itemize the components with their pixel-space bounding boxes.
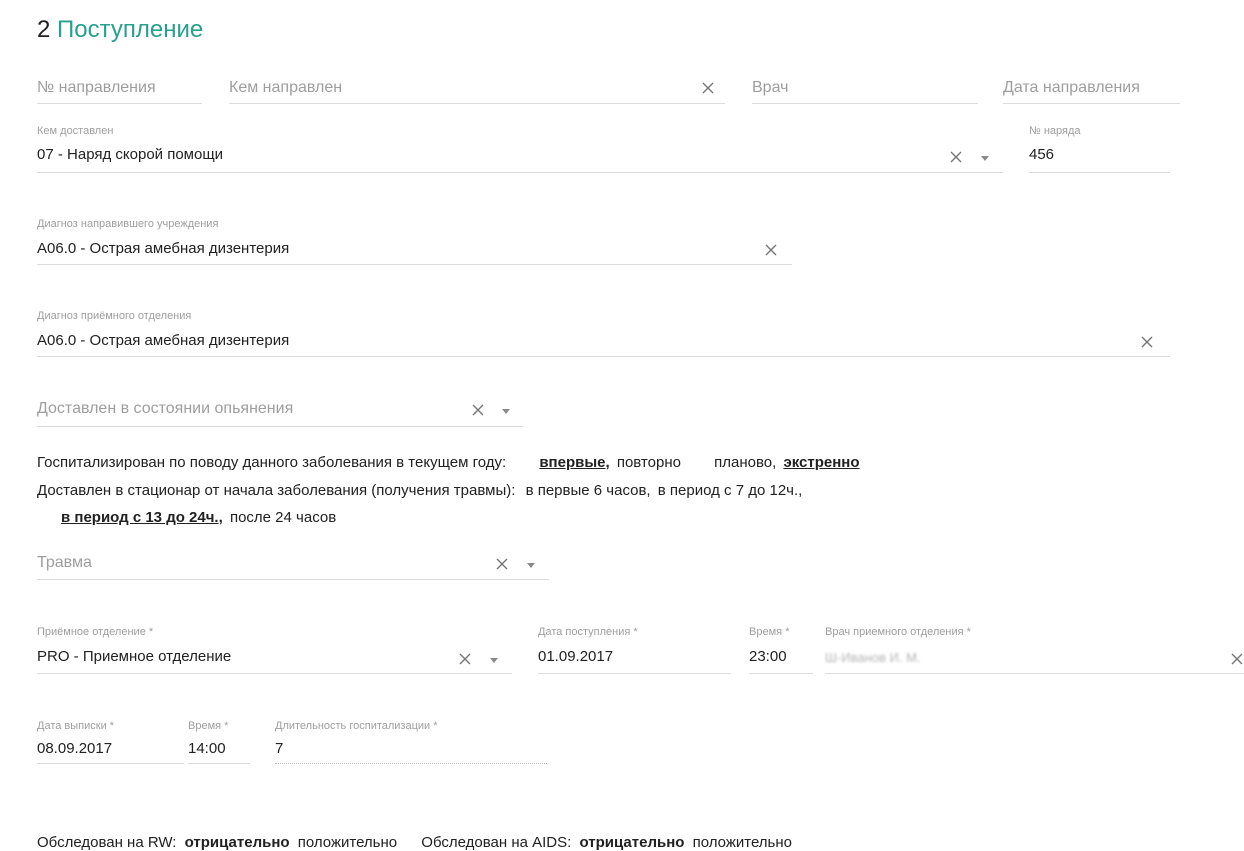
hospitalized-line: Госпитализирован по поводу данного забол… [37,454,860,471]
option-first-6-hours[interactable]: в первые 6 часов, [526,482,651,499]
admission-time-label: Время * [749,626,790,638]
field-underline [825,673,1244,674]
delivered-by-value: 07 - Наряд скорой помощи [37,146,224,163]
clear-icon[interactable] [458,652,472,666]
delivered-time-label: Доставлен в стационар от начала заболева… [37,482,516,499]
option-first-time[interactable]: впервые, [539,454,609,471]
admission-diagnosis-label: Диагноз приёмного отделения [37,310,192,322]
field-underline [749,673,813,674]
section-title: 2 Поступление [37,16,203,44]
admission-department-value: PRO - Приемное отделение [37,648,232,665]
section-title-text: Поступление [57,16,204,43]
admission-doctor-value: Ш-Иванов И. М. [825,650,921,665]
discharge-time-label: Время * [188,720,229,732]
hospitalization-duration-label: Длительность госпитализации * [275,720,438,732]
order-number-value: 456 [1029,146,1055,163]
clear-icon[interactable] [495,557,509,571]
discharge-date-value: 08.09.2017 [37,740,113,757]
referred-by-field[interactable]: Кем направлен [229,76,725,104]
admission-date-label: Дата поступления * [538,626,638,638]
referral-date-field[interactable]: Дата направления [1003,76,1180,104]
aids-option-negative[interactable]: отрицательно [579,834,684,851]
option-planned[interactable]: планово, [714,454,776,471]
discharge-date-label: Дата выписки * [37,720,115,732]
rw-option-negative[interactable]: отрицательно [185,834,290,851]
clear-icon[interactable] [471,403,485,417]
admission-diagnosis-value: A06.0 - Острая амебная дизентерия [37,332,290,349]
field-underline [188,763,250,764]
rw-option-positive[interactable]: положительно [298,834,397,851]
aids-label: Обследован на AIDS: [421,834,572,851]
field-underline [37,426,523,427]
admission-department-label: Приёмное отделение * [37,626,154,638]
referral-number-placeholder: № направления [37,79,156,96]
field-underline [37,673,512,674]
chevron-down-icon[interactable] [502,409,510,414]
trauma-placeholder: Травма [37,554,92,571]
field-underline [752,103,978,104]
section-number: 2 [37,16,51,43]
referred-by-placeholder: Кем направлен [229,79,343,96]
trauma-select[interactable]: Травма [37,551,549,580]
clear-icon[interactable] [1230,652,1244,666]
hospitalization-duration-value: 7 [275,740,284,757]
aids-option-positive[interactable]: положительно [693,834,792,851]
field-underline [1029,172,1170,173]
field-underline [37,172,1003,173]
intoxication-placeholder: Доставлен в состоянии опьянения [37,400,294,417]
discharge-time-value: 14:00 [188,740,226,757]
clear-icon[interactable] [949,150,963,164]
field-underline [37,763,184,764]
referral-doctor-placeholder: Врач [752,79,789,96]
clear-icon[interactable] [1140,335,1154,349]
option-emergency[interactable]: экстренно [783,454,859,471]
delivered-time-line-2: в период с 13 до 24ч., после 24 часов [61,509,336,526]
admission-time-field[interactable]: Время * 23:00 [749,626,813,674]
admission-time-value: 23:00 [749,648,787,665]
hospitalized-label: Госпитализирован по поводу данного забол… [37,454,507,471]
option-repeat[interactable]: повторно [617,454,681,471]
discharge-time-field[interactable]: Время * 14:00 [188,720,250,764]
field-underline-dotted [275,763,547,764]
field-underline [37,264,792,265]
field-underline [37,356,1170,357]
field-underline [538,673,731,674]
field-underline [1003,103,1180,104]
clear-icon[interactable] [764,243,778,257]
admission-doctor-label: Врач приемного отделения * [825,626,971,638]
referral-doctor-field[interactable]: Врач [752,76,978,104]
intoxication-select[interactable]: Доставлен в состоянии опьянения [37,396,523,427]
hospitalization-duration-field: Длительность госпитализации * 7 [275,720,547,764]
referral-number-field[interactable]: № направления [37,76,202,104]
admission-date-field[interactable]: Дата поступления * 01.09.2017 [538,626,731,674]
admission-diagnosis-field[interactable]: Диагноз приёмного отделения A06.0 - Остр… [37,310,1170,357]
discharge-date-field[interactable]: Дата выписки * 08.09.2017 [37,720,184,764]
order-number-field[interactable]: № наряда 456 [1029,125,1170,173]
field-underline [229,103,725,104]
referring-diagnosis-field[interactable]: Диагноз направившего учреждения A06.0 - … [37,218,792,265]
referring-diagnosis-value: A06.0 - Острая амебная дизентерия [37,240,290,257]
admission-date-value: 01.09.2017 [538,648,614,665]
delivered-by-label: Кем доставлен [37,125,114,137]
tests-line: Обследован на RW: отрицательно положител… [37,834,792,851]
rw-label: Обследован на RW: [37,834,177,851]
chevron-down-icon[interactable] [981,156,989,161]
option-13-24-hours[interactable]: в период с 13 до 24ч., [61,509,223,526]
order-number-label: № наряда [1029,125,1081,137]
delivered-time-line: Доставлен в стационар от начала заболева… [37,482,802,499]
clear-icon[interactable] [701,81,715,95]
chevron-down-icon[interactable] [490,658,498,663]
admission-department-select[interactable]: Приёмное отделение * PRO - Приемное отде… [37,626,512,674]
chevron-down-icon[interactable] [527,563,535,568]
field-underline [37,579,549,580]
admission-doctor-field[interactable]: Врач приемного отделения * Ш-Иванов И. М… [825,626,1244,674]
field-underline [37,103,202,104]
referral-date-placeholder: Дата направления [1003,79,1140,96]
referring-diagnosis-label: Диагноз направившего учреждения [37,218,219,230]
option-after-24-hours[interactable]: после 24 часов [230,509,336,526]
delivered-by-select[interactable]: Кем доставлен 07 - Наряд скорой помощи [37,125,1003,173]
option-7-12-hours[interactable]: в период с 7 до 12ч., [658,482,803,499]
